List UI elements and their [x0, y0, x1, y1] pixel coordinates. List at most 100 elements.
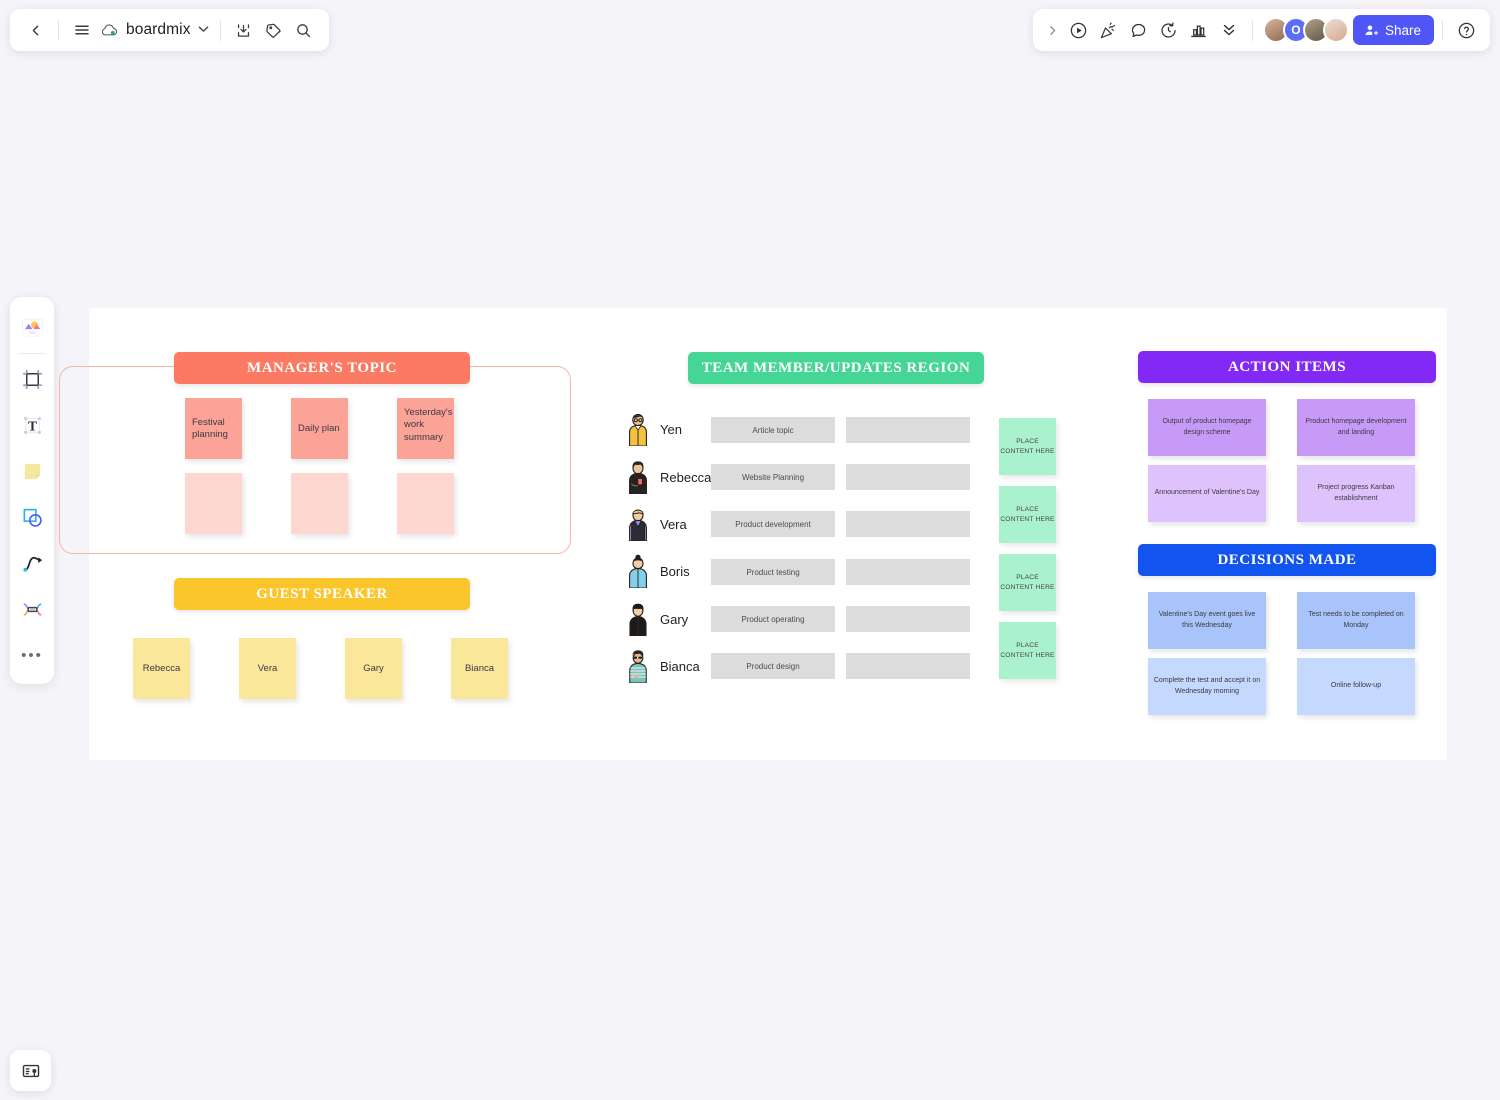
chat-bubble-icon[interactable]: [1124, 15, 1154, 45]
note-text: Festival planning: [192, 416, 228, 440]
person-icon-bianca: [625, 649, 651, 684]
person-name: Rebecca: [660, 469, 712, 485]
team-row[interactable]: Bianca: [625, 649, 700, 684]
person-icon-gary: [625, 602, 651, 637]
board-canvas[interactable]: MANAGER'S TOPIC Festival planning Daily …: [59, 308, 1447, 760]
note-empty-3[interactable]: [397, 473, 454, 534]
update-box[interactable]: [846, 606, 970, 632]
update-box[interactable]: [846, 653, 970, 679]
note-guest-gary[interactable]: Gary: [345, 638, 402, 699]
note-action-3[interactable]: Announcement of Valentine's Day: [1148, 465, 1266, 522]
decisions-made-header[interactable]: DECISIONS MADE: [1138, 544, 1436, 576]
placeholder-text: PLACE CONTENT HERE: [1000, 641, 1055, 659]
action-items-header[interactable]: ACTION ITEMS: [1138, 351, 1436, 383]
share-button[interactable]: Share: [1352, 15, 1434, 45]
topic-box[interactable]: Product operating: [711, 606, 835, 632]
question-circle-icon[interactable]: [1451, 15, 1481, 45]
team-region-header[interactable]: TEAM MEMBER/UPDATES REGION: [688, 352, 984, 384]
placeholder-note[interactable]: PLACE CONTENT HERE: [999, 486, 1056, 543]
topic-box[interactable]: Product testing: [711, 559, 835, 585]
svg-text:T: T: [28, 418, 37, 433]
managers-topic-title: MANAGER'S TOPIC: [247, 359, 397, 376]
search-icon[interactable]: [289, 15, 319, 45]
collaborator-avatars: O: [1262, 17, 1349, 43]
toolbar-divider-3: [1251, 19, 1253, 41]
person-name: Yen: [660, 421, 682, 437]
note-action-2[interactable]: Product homepage development and landing: [1297, 399, 1415, 456]
decisions-made-title: DECISIONS MADE: [1217, 551, 1357, 568]
frame-icon[interactable]: [15, 362, 49, 396]
back-button[interactable]: [20, 15, 50, 45]
team-row[interactable]: Yen: [625, 412, 682, 447]
action-items-title: ACTION ITEMS: [1227, 358, 1347, 375]
team-row[interactable]: Vera: [625, 507, 687, 542]
update-box[interactable]: [846, 511, 970, 537]
toolbar-divider: [58, 19, 59, 41]
ellipsis-icon[interactable]: •••: [15, 638, 49, 672]
note-guest-rebecca[interactable]: Rebecca: [133, 638, 190, 699]
note-festival-planning[interactable]: Festival planning: [185, 398, 242, 459]
note-decision-4[interactable]: Online follow-up: [1297, 658, 1415, 715]
topic-text: Website Planning: [741, 472, 805, 482]
note-text: Yesterday's work summary: [404, 407, 453, 443]
mindmap-icon[interactable]: [15, 592, 49, 626]
note-empty-1[interactable]: [185, 473, 242, 534]
app-root: boardmix O Share T ••• MANAGER'S TOPIC F…: [0, 0, 1500, 1100]
team-row[interactable]: Gary: [625, 602, 688, 637]
play-circle-icon[interactable]: [1064, 15, 1094, 45]
note-text: Announcement of Valentine's Day: [1154, 489, 1260, 497]
guest-speaker-title: GUEST SPEAKER: [256, 585, 388, 602]
note-decision-3[interactable]: Complete the test and accept it on Wedne…: [1148, 658, 1266, 715]
note-text: Bianca: [464, 662, 495, 674]
brand-name: boardmix: [126, 21, 191, 38]
placeholder-note[interactable]: PLACE CONTENT HERE: [999, 418, 1056, 475]
topic-box[interactable]: Product development: [711, 511, 835, 537]
note-decision-1[interactable]: Valentine's Day event goes live this Wed…: [1148, 592, 1266, 649]
templates-icon[interactable]: [15, 310, 49, 344]
party-popper-icon[interactable]: [1094, 15, 1124, 45]
hamburger-menu-icon[interactable]: [67, 15, 97, 45]
curve-pen-icon[interactable]: [15, 546, 49, 580]
note-text: Product homepage development and landing: [1305, 418, 1407, 436]
note-text: Gary: [363, 662, 384, 674]
update-box[interactable]: [846, 464, 970, 490]
placeholder-note[interactable]: PLACE CONTENT HERE: [999, 622, 1056, 679]
topic-box[interactable]: Article topic: [711, 417, 835, 443]
team-row[interactable]: Boris: [625, 554, 690, 589]
update-box[interactable]: [846, 417, 970, 443]
presentation-icon[interactable]: [10, 1050, 51, 1091]
note-guest-bianca[interactable]: Bianca: [451, 638, 508, 699]
person-icon-yen: [625, 412, 651, 447]
double-chevron-down-icon[interactable]: [1214, 15, 1244, 45]
guest-speaker-header[interactable]: GUEST SPEAKER: [174, 578, 470, 610]
note-action-4[interactable]: Project progress Kanban establishment: [1297, 465, 1415, 522]
bar-chart-icon[interactable]: [1184, 15, 1214, 45]
chevron-down-icon: [198, 25, 209, 35]
download-icon[interactable]: [229, 15, 259, 45]
timer-icon[interactable]: [1154, 15, 1184, 45]
note-action-1[interactable]: Output of product homepage design scheme: [1148, 399, 1266, 456]
shape-icon[interactable]: [15, 500, 49, 534]
placeholder-note[interactable]: PLACE CONTENT HERE: [999, 554, 1056, 611]
toolbar-divider-4: [1442, 19, 1443, 41]
note-yesterdays-work-summary[interactable]: Yesterday's work summary: [397, 398, 454, 459]
text-icon[interactable]: T: [15, 408, 49, 442]
managers-topic-header[interactable]: MANAGER'S TOPIC: [174, 352, 470, 384]
note-text: Daily plan: [298, 422, 340, 434]
note-text: Valentine's Day event goes live this Wed…: [1158, 611, 1256, 629]
note-text: Online follow-up: [1330, 682, 1382, 690]
note-decision-2[interactable]: Test needs to be completed on Monday: [1297, 592, 1415, 649]
sticky-note-icon[interactable]: [15, 454, 49, 488]
note-guest-vera[interactable]: Vera: [239, 638, 296, 699]
avatar[interactable]: [1322, 17, 1349, 43]
note-empty-2[interactable]: [291, 473, 348, 534]
person-name: Bianca: [660, 658, 700, 674]
topic-box[interactable]: Website Planning: [711, 464, 835, 490]
topic-box[interactable]: Product design: [711, 653, 835, 679]
note-daily-plan[interactable]: Daily plan: [291, 398, 348, 459]
tag-icon[interactable]: [259, 15, 289, 45]
board-title-menu[interactable]: boardmix: [97, 21, 212, 39]
team-row[interactable]: Rebecca: [625, 460, 712, 495]
chevron-right-icon[interactable]: [1042, 15, 1064, 45]
update-box[interactable]: [846, 559, 970, 585]
